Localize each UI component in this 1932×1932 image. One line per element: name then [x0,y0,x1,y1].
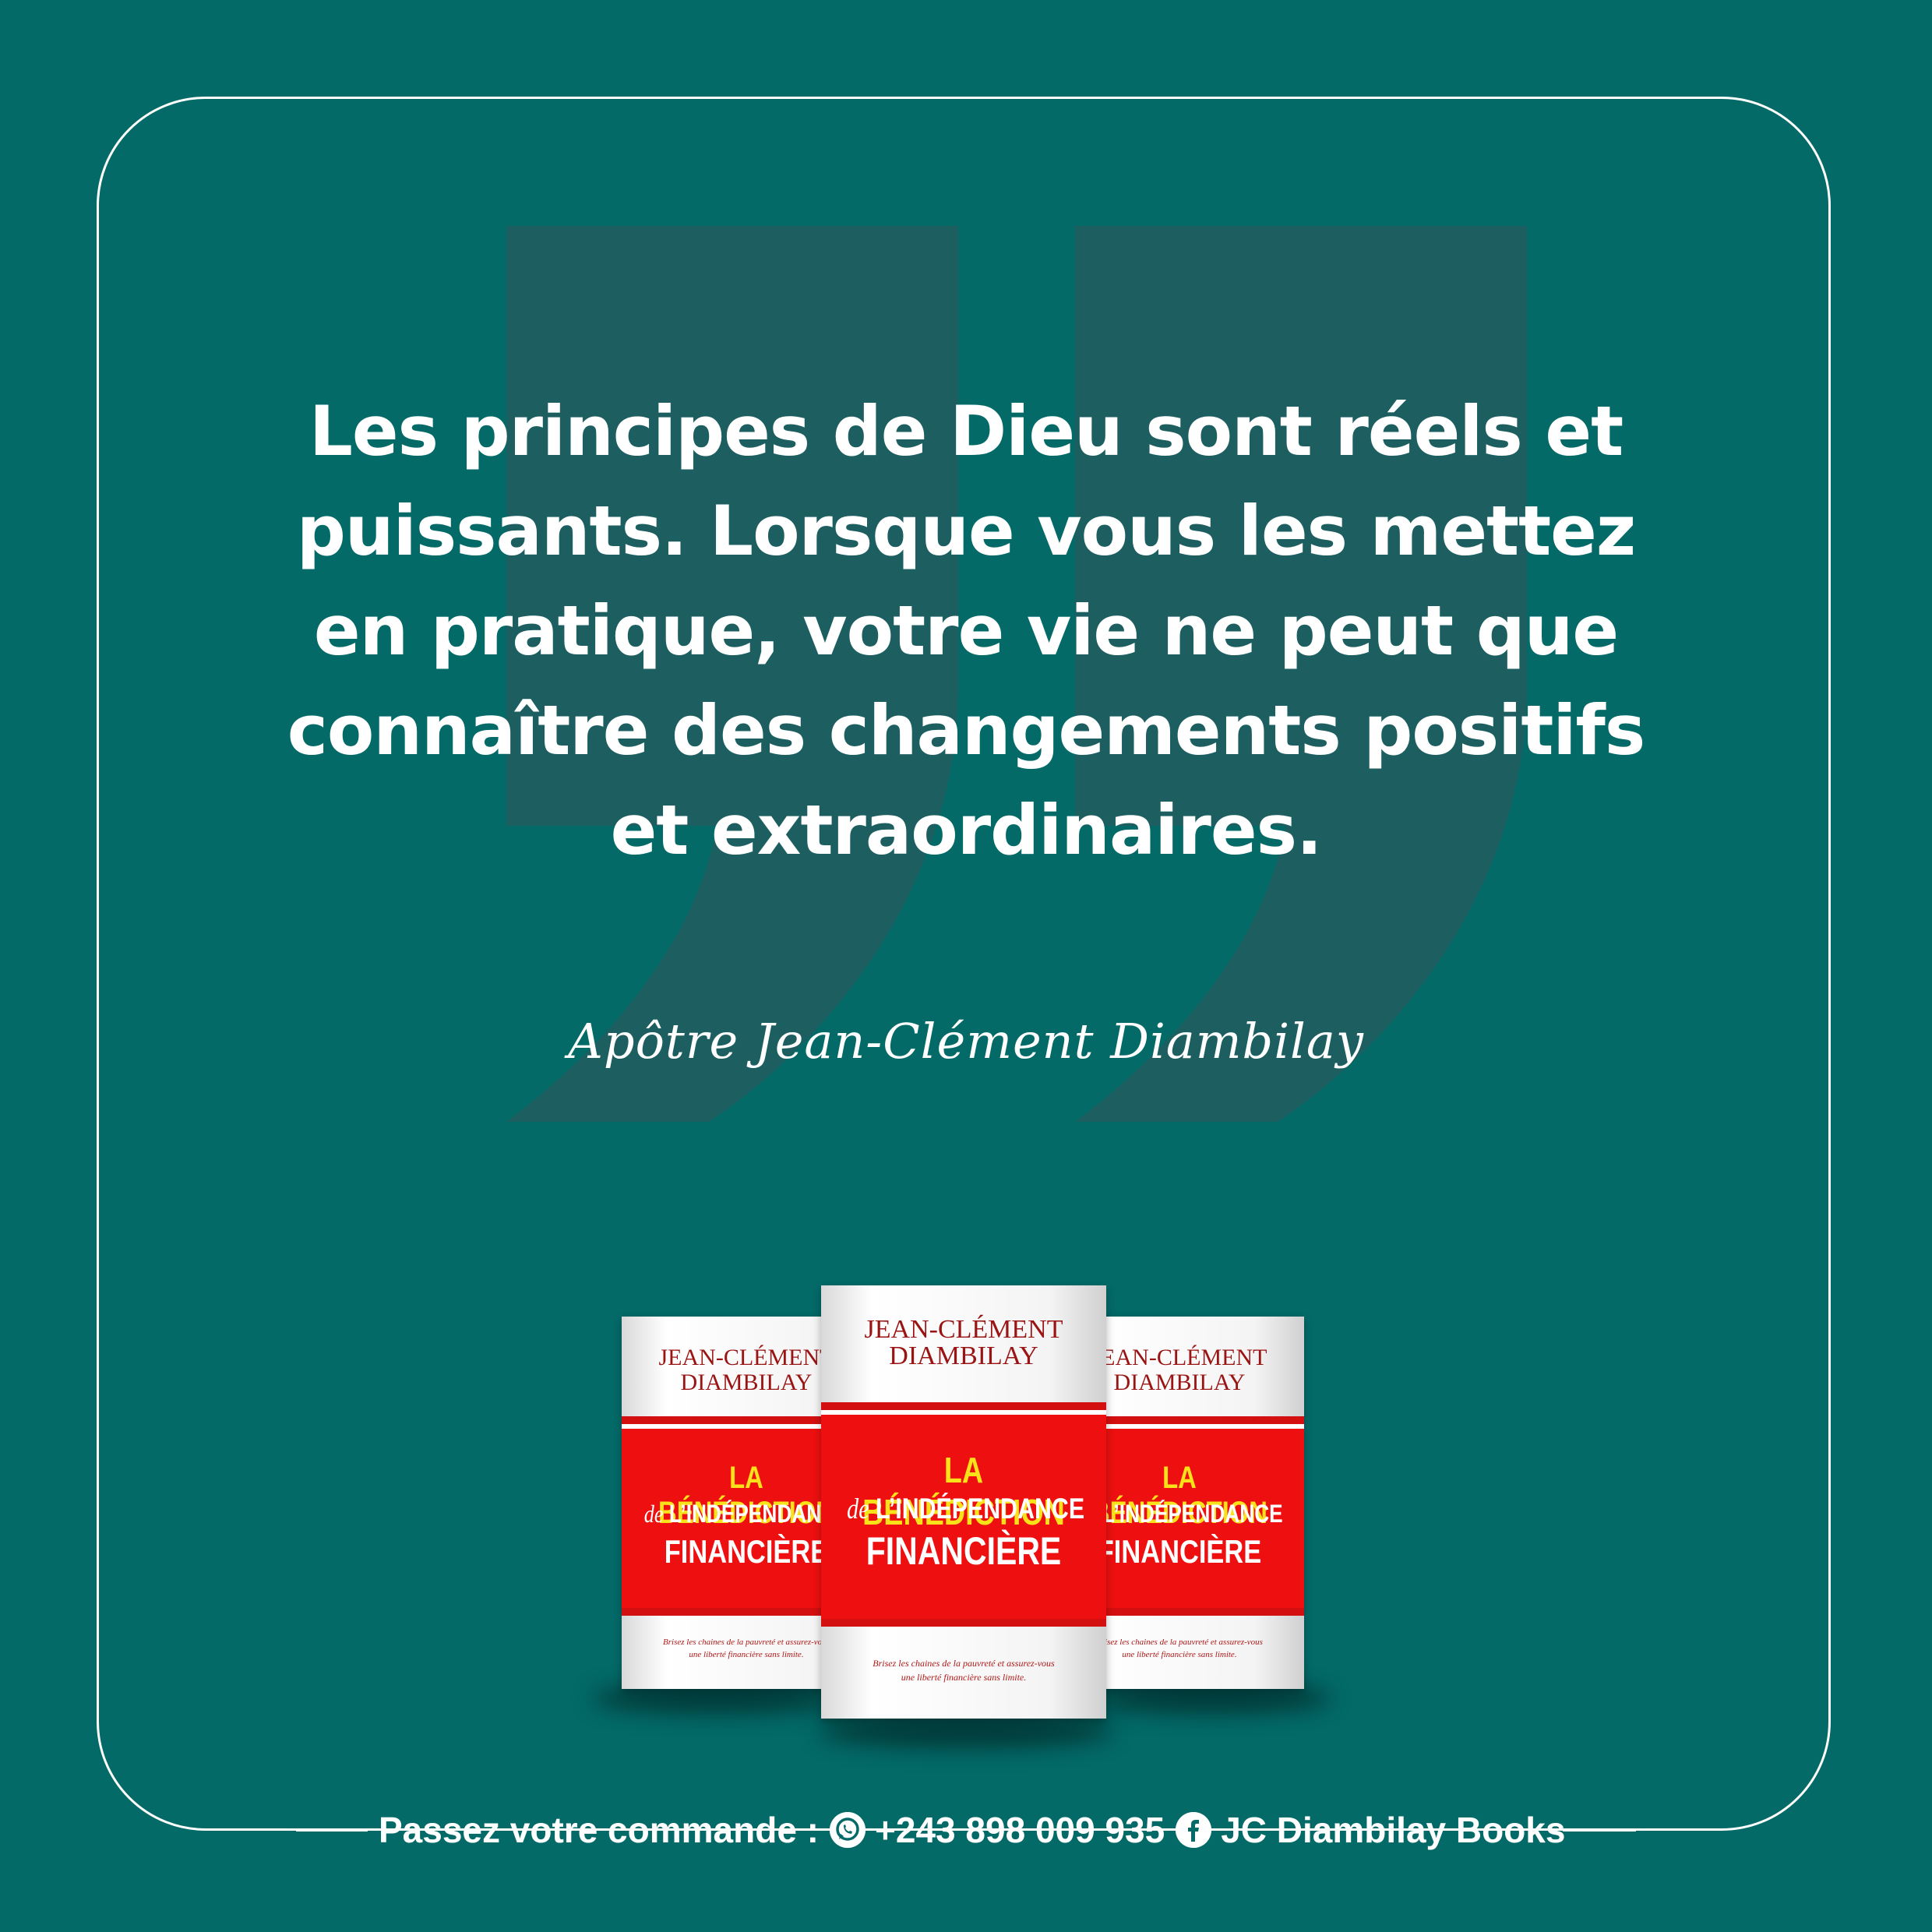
book-title-independance: L’INDÉPENDANCE [1102,1500,1283,1528]
quote-line: en pratique, votre vie ne peut que [313,591,1619,671]
book-title-line3: FINANCIÈRE [866,1529,1062,1573]
quote-text: Les principes de Dieu sont réels et puis… [257,382,1675,880]
book-title-line3: FINANCIÈRE [664,1533,829,1570]
quote-author: Apôtre Jean-Clément Diambilay [568,1013,1364,1070]
book-title-de: de [643,1500,664,1528]
order-label: Passez votre commande : [379,1810,820,1850]
phone-number[interactable]: +243 898 009 935 [875,1809,1165,1851]
facebook-icon [1176,1812,1212,1848]
book-title-line2: de L’INDÉPENDANCE [643,1500,850,1528]
facebook-page-name[interactable]: JC Diambilay Books [1221,1809,1565,1851]
footer-divider-left [296,1829,368,1832]
book-title-line2: de L’INDÉPENDANCE [1077,1500,1283,1528]
book-tagline-line2: une liberté financière sans limite. [901,1672,1027,1683]
quote-line: Les principes de Dieu sont réels et [308,391,1624,471]
quote-line: et extraordinaires. [610,790,1323,870]
book-author-line2: DIAMBILAY [889,1341,1038,1370]
book-title-independance: L’INDÉPENDANCE [876,1493,1085,1525]
book-cover-front: JEAN-CLÉMENT DIAMBILAY LA BÉNÉDICTION de… [821,1285,1106,1719]
quote-line: puissants. Lorsque vous les mettez [296,491,1636,571]
book-shadow [818,1714,1114,1748]
book-title-line2: de L’INDÉPENDANCE [846,1493,1085,1526]
book-author-line1: JEAN-CLÉMENT [864,1315,1063,1344]
book-title-de: de [846,1493,869,1525]
whatsapp-icon [830,1812,866,1848]
book-covers: JEAN-CLÉMENT DIAMBILAY LA BÉNÉDICTION de… [592,1278,1340,1761]
order-footer: Passez votre commande : +243 898 009 935… [379,1806,1565,1854]
footer-divider-right [1563,1829,1636,1832]
book-tagline-line1: Brisez les chaines de la pauvreté et ass… [873,1658,1055,1669]
book-title-line3: FINANCIÈRE [1097,1533,1262,1570]
quote-line: connaître des changements positifs [287,690,1645,770]
